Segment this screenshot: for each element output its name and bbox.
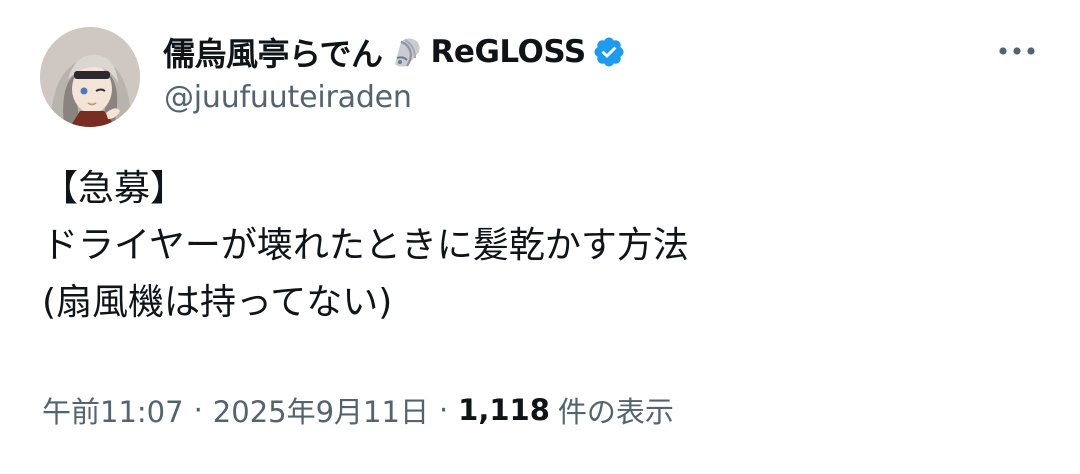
tweet-text: 【急募】 ドライヤーが壊れたときに髪乾かす方法 (扇風機は持ってない): [42, 160, 1042, 331]
views-count[interactable]: 1,118: [458, 393, 550, 427]
tweet-card: 儒烏風亭らでん ReGLOSS @juufuuteiraden 【急募】 ドライ…: [0, 0, 1080, 474]
author-handle[interactable]: @juufuuteiraden: [164, 80, 412, 115]
verified-badge-icon: [592, 35, 626, 69]
avatar-image: [40, 27, 140, 127]
shell-icon: [389, 34, 425, 70]
tweet-date[interactable]: 2025年9月11日: [213, 389, 429, 431]
tweet-time[interactable]: 午前11:07: [42, 389, 184, 431]
tweet-text-line: ドライヤーが壊れたときに髪乾かす方法: [42, 225, 689, 266]
tweet-meta: 午前11:07 · 2025年9月11日 · 1,118 件の表示: [42, 388, 674, 432]
avatar[interactable]: [40, 27, 140, 127]
author-group-name[interactable]: ReGLOSS: [431, 34, 587, 70]
more-options-button[interactable]: [992, 36, 1042, 66]
tweet-text-line: 【急募】: [42, 168, 187, 209]
author-display-name[interactable]: 儒烏風亭らでん: [163, 29, 383, 75]
meta-separator: ·: [193, 393, 203, 427]
meta-separator: ·: [438, 393, 449, 427]
more-icon: [999, 47, 1035, 55]
tweet-text-line: (扇風機は持ってない): [42, 282, 393, 323]
views-label[interactable]: 件の表示: [558, 389, 674, 431]
author-name-row: 儒烏風亭らでん ReGLOSS: [163, 30, 626, 74]
